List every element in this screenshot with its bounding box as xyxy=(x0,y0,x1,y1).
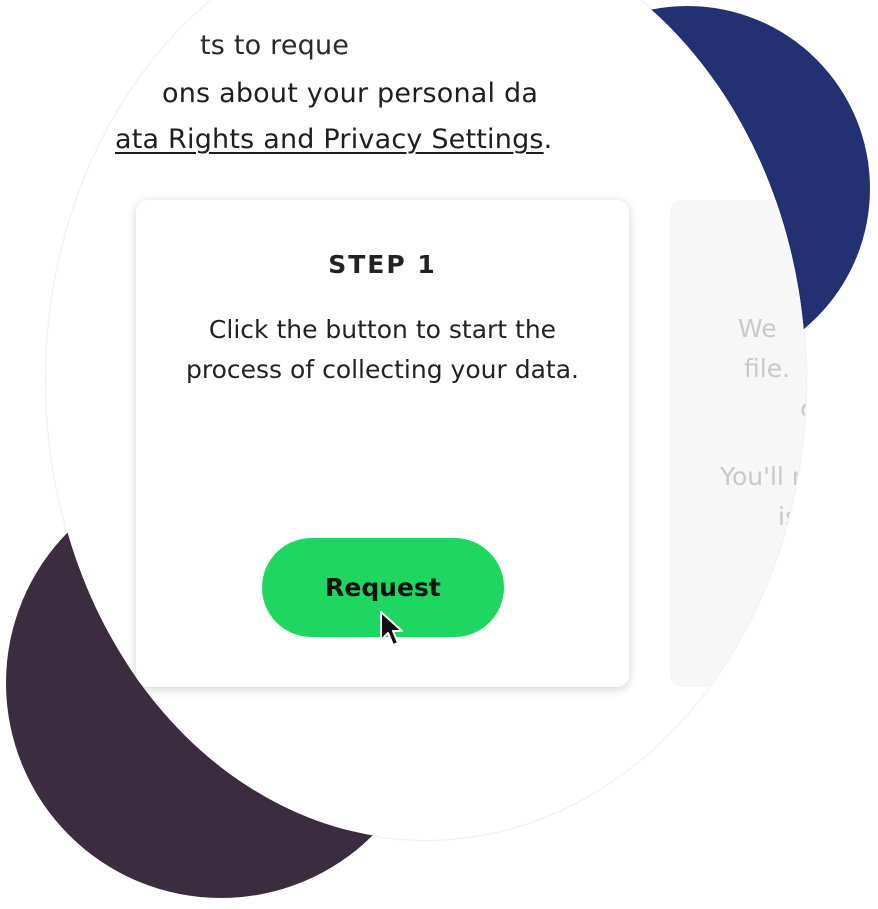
intro-text-line-3: ata Rights and Privacy Settings. xyxy=(115,124,552,155)
step-1-description: Click the button to start the process of… xyxy=(186,315,579,384)
intro-period: . xyxy=(543,124,553,155)
privacy-settings-link[interactable]: ata Rights and Privacy Settings xyxy=(115,124,544,155)
circular-screenshot-frame: ts to reque ons about your personal da a… xyxy=(46,0,806,840)
intro-text-line-2: ons about your personal da xyxy=(162,78,539,109)
step-2-text-line: We xyxy=(738,314,777,343)
intro-text-line-1: ts to reque xyxy=(200,30,350,61)
step-2-text-line: You'll r xyxy=(720,462,803,491)
step-2-text-line: c xyxy=(800,394,806,423)
step-2-text-line: is xyxy=(778,502,798,531)
arrow-pointer-icon xyxy=(380,611,403,646)
step-2-text-line: file. xyxy=(744,354,791,383)
page-content: ts to reque ons about your personal da a… xyxy=(46,0,806,840)
step-1-title: STEP 1 xyxy=(328,250,437,279)
step-2-card xyxy=(670,200,806,687)
